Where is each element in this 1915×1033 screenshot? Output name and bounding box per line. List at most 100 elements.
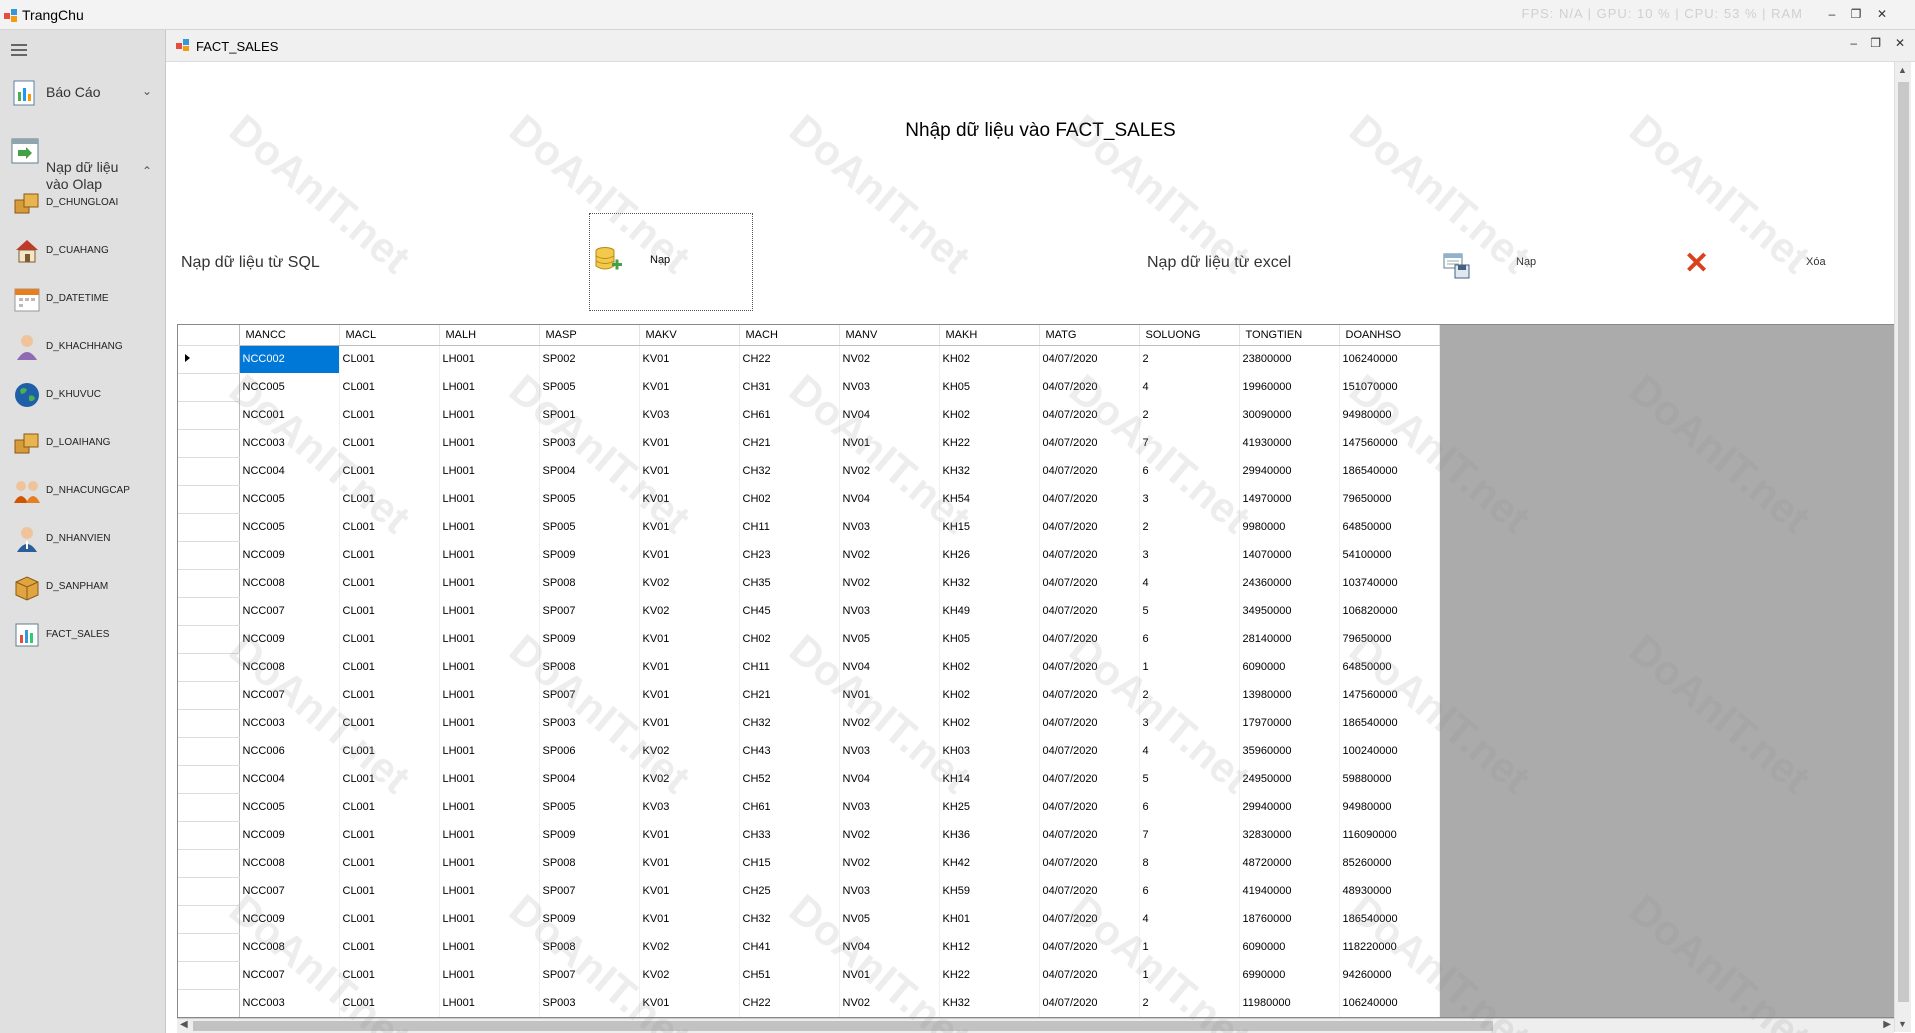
- table-cell[interactable]: KV02: [639, 933, 740, 961]
- sidebar-item-d-loaihang[interactable]: D_LOAIHANG: [0, 420, 166, 468]
- table-cell[interactable]: 24950000: [1239, 765, 1340, 793]
- table-cell[interactable]: NV01: [839, 429, 940, 457]
- table-cell[interactable]: NV05: [839, 905, 940, 933]
- table-cell[interactable]: NV02: [839, 457, 940, 485]
- table-cell[interactable]: 79650000: [1339, 485, 1440, 513]
- table-cell[interactable]: 116090000: [1339, 821, 1440, 849]
- table-cell[interactable]: KH02: [939, 401, 1040, 429]
- row-header[interactable]: [178, 989, 240, 1017]
- minimize-button[interactable]: –: [1821, 4, 1843, 24]
- table-cell[interactable]: KV01: [639, 681, 740, 709]
- table-row[interactable]: NCC008 CL001 LH001 SP008 KV02 CH41 NV04 KH12 04/…: [178, 933, 1440, 962]
- table-cell[interactable]: KV01: [639, 373, 740, 401]
- table-row[interactable]: NCC008 CL001 LH001 SP008 KV01 CH15 NV02 KH42 04/…: [178, 849, 1440, 878]
- row-header[interactable]: [178, 653, 240, 682]
- table-cell[interactable]: 6: [1139, 877, 1240, 905]
- table-cell[interactable]: KV01: [639, 457, 740, 485]
- table-cell[interactable]: 64850000: [1339, 653, 1440, 681]
- table-cell[interactable]: SP008: [539, 933, 640, 961]
- table-cell[interactable]: NV03: [839, 513, 940, 541]
- table-cell[interactable]: CH22: [739, 345, 840, 373]
- column-header-makh[interactable]: MAKH: [939, 325, 1040, 346]
- table-cell[interactable]: KH54: [939, 485, 1040, 513]
- table-cell[interactable]: LH001: [439, 569, 540, 597]
- table-cell[interactable]: KH22: [939, 429, 1040, 457]
- hamburger-menu-icon[interactable]: [11, 44, 27, 56]
- scroll-down-icon[interactable]: ▼: [1898, 1019, 1907, 1029]
- table-cell[interactable]: 5: [1139, 765, 1240, 793]
- table-cell[interactable]: CH41: [739, 933, 840, 961]
- table-cell[interactable]: SP006: [539, 737, 640, 765]
- table-cell[interactable]: 14970000: [1239, 485, 1340, 513]
- table-cell[interactable]: 04/07/2020: [1039, 401, 1140, 429]
- row-header[interactable]: [178, 681, 240, 710]
- table-cell[interactable]: CH02: [739, 625, 840, 653]
- table-cell[interactable]: 32830000: [1239, 821, 1340, 849]
- table-cell[interactable]: KV01: [639, 653, 740, 681]
- table-cell[interactable]: KH02: [939, 653, 1040, 681]
- table-cell[interactable]: KV01: [639, 625, 740, 653]
- table-row[interactable]: NCC007 CL001 LH001 SP007 KV01 CH21 NV01 KH02 04/…: [178, 681, 1440, 710]
- table-cell[interactable]: 79650000: [1339, 625, 1440, 653]
- table-row[interactable]: NCC008 CL001 LH001 SP008 KV02 CH35 NV02 KH32 04/…: [178, 569, 1440, 598]
- table-cell[interactable]: LH001: [439, 485, 540, 513]
- table-cell[interactable]: KH32: [939, 989, 1040, 1017]
- table-row[interactable]: NCC005 CL001 LH001 SP005 KV01 CH11 NV03 KH15 04/…: [178, 513, 1440, 542]
- table-cell[interactable]: NCC008: [239, 569, 340, 597]
- table-cell[interactable]: CH35: [739, 569, 840, 597]
- table-cell[interactable]: KV01: [639, 345, 740, 373]
- scroll-left-icon[interactable]: ◀: [180, 1019, 188, 1030]
- table-cell[interactable]: SP005: [539, 485, 640, 513]
- table-cell[interactable]: NCC003: [239, 709, 340, 737]
- table-cell[interactable]: CL001: [339, 765, 440, 793]
- table-cell[interactable]: KH15: [939, 513, 1040, 541]
- table-cell[interactable]: 04/07/2020: [1039, 513, 1140, 541]
- row-header[interactable]: [178, 513, 240, 542]
- table-cell[interactable]: CL001: [339, 485, 440, 513]
- table-cell[interactable]: CL001: [339, 429, 440, 457]
- table-cell[interactable]: 94980000: [1339, 793, 1440, 821]
- row-header[interactable]: [178, 821, 240, 850]
- table-row[interactable]: NCC002 CL001 LH001 SP002 KV01 CH22 NV02 KH02 04/…: [178, 345, 1440, 374]
- table-cell[interactable]: LH001: [439, 849, 540, 877]
- table-cell[interactable]: KV01: [639, 513, 740, 541]
- row-header[interactable]: [178, 569, 240, 598]
- table-cell[interactable]: 2: [1139, 513, 1240, 541]
- row-header[interactable]: [178, 961, 240, 990]
- table-cell[interactable]: 106820000: [1339, 597, 1440, 625]
- table-cell[interactable]: 4: [1139, 737, 1240, 765]
- table-cell[interactable]: 1: [1139, 933, 1240, 961]
- table-cell[interactable]: NCC007: [239, 681, 340, 709]
- table-cell[interactable]: KV01: [639, 429, 740, 457]
- table-cell[interactable]: CH22: [739, 989, 840, 1017]
- table-cell[interactable]: 41940000: [1239, 877, 1340, 905]
- table-cell[interactable]: NCC009: [239, 541, 340, 569]
- table-cell[interactable]: NV02: [839, 849, 940, 877]
- table-cell[interactable]: CH32: [739, 905, 840, 933]
- table-row[interactable]: NCC007 CL001 LH001 SP007 KV01 CH25 NV03 KH59 04/…: [178, 877, 1440, 906]
- table-cell[interactable]: CL001: [339, 961, 440, 989]
- table-cell[interactable]: 30090000: [1239, 401, 1340, 429]
- table-cell[interactable]: KH03: [939, 737, 1040, 765]
- sidebar-item-fact-sales[interactable]: FACT_SALES: [0, 612, 166, 660]
- table-cell[interactable]: LH001: [439, 597, 540, 625]
- table-row[interactable]: NCC009 CL001 LH001 SP009 KV01 CH32 NV05 KH01 04/…: [178, 905, 1440, 934]
- table-cell[interactable]: SP004: [539, 765, 640, 793]
- column-header-mach[interactable]: MACH: [739, 325, 840, 346]
- table-cell[interactable]: CH21: [739, 429, 840, 457]
- table-cell[interactable]: CL001: [339, 737, 440, 765]
- load-from-excel-button[interactable]: Nạp: [1516, 256, 1536, 268]
- table-cell[interactable]: KH36: [939, 821, 1040, 849]
- table-cell[interactable]: NV02: [839, 345, 940, 373]
- table-row[interactable]: NCC003 CL001 LH001 SP003 KV01 CH21 NV01 KH22 04/…: [178, 429, 1440, 458]
- table-cell[interactable]: CL001: [339, 457, 440, 485]
- table-cell[interactable]: 147560000: [1339, 681, 1440, 709]
- table-cell[interactable]: 14070000: [1239, 541, 1340, 569]
- table-cell[interactable]: LH001: [439, 401, 540, 429]
- table-cell[interactable]: 186540000: [1339, 457, 1440, 485]
- table-cell[interactable]: CH51: [739, 961, 840, 989]
- table-cell[interactable]: SP009: [539, 625, 640, 653]
- row-header[interactable]: [178, 457, 240, 486]
- table-cell[interactable]: NV04: [839, 765, 940, 793]
- table-cell[interactable]: CH33: [739, 821, 840, 849]
